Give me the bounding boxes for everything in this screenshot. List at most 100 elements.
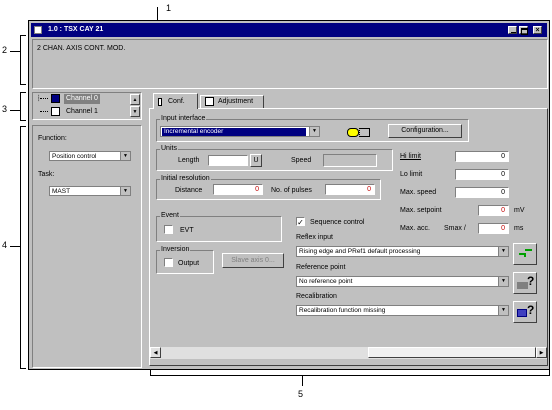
slave-axis-button[interactable]: Slave axis 0... bbox=[222, 253, 284, 268]
recalibration-help-button[interactable]: ? bbox=[513, 301, 537, 323]
tab-conf-label: Conf. bbox=[168, 98, 185, 105]
units-label: Units bbox=[160, 145, 178, 152]
reference-point-select[interactable]: No reference point ▼ bbox=[296, 276, 509, 287]
max-acc-field[interactable]: 0 bbox=[478, 223, 509, 234]
channel-1-item[interactable]: Channel 1 bbox=[64, 107, 100, 117]
event-label: Event bbox=[160, 212, 180, 219]
scroll-thumb[interactable] bbox=[368, 347, 536, 358]
max-setpoint-field[interactable]: 0 bbox=[478, 205, 509, 216]
initial-resolution-label: Initial resolution bbox=[160, 175, 211, 182]
module-description-zone: 2 CHAN. AXIS CONT. MOD. bbox=[32, 39, 548, 89]
pulses-field[interactable]: 0 bbox=[325, 184, 375, 195]
length-unit-label: U bbox=[253, 157, 259, 164]
adjustment-tab-icon bbox=[205, 97, 214, 106]
tab-conf[interactable]: Conf. bbox=[153, 93, 198, 109]
reference-point-value: No reference point bbox=[299, 278, 353, 285]
reflex-input-help-button[interactable] bbox=[513, 243, 537, 265]
sequence-control-label: Sequence control bbox=[310, 219, 365, 226]
hi-limit-field[interactable]: 0 bbox=[455, 151, 509, 162]
chevron-down-icon[interactable]: ▼ bbox=[498, 247, 508, 256]
reflex-input-select[interactable]: Rising edge and PRef1 default processing… bbox=[296, 246, 509, 257]
units-group: Units Length U Speed bbox=[156, 145, 393, 171]
smax-label: Smax / bbox=[444, 225, 466, 232]
reflex-input-value: Rising edge and PRef1 default processing bbox=[299, 248, 421, 255]
distance-label: Distance bbox=[175, 187, 203, 194]
inversion-label: Inversion bbox=[160, 246, 191, 253]
recalibration-help-icon bbox=[517, 309, 527, 317]
input-interface-group: Input interface Incremental encoder ▼ Co… bbox=[156, 115, 469, 142]
task-value: MAST bbox=[52, 188, 71, 195]
rising-edge-icon bbox=[519, 253, 526, 257]
channel-1-label: Channel 1 bbox=[66, 108, 98, 115]
recalibration-label: Recalibration bbox=[296, 293, 337, 300]
scroll-right-button[interactable]: ▶ bbox=[536, 347, 547, 358]
channel-0-item[interactable]: Channel 0 bbox=[64, 94, 100, 104]
module-window: 1.0 : TSX CAY 21 × 2 CHAN. AXIS CONT. MO… bbox=[28, 20, 550, 370]
chevron-down-icon[interactable]: ▼ bbox=[498, 306, 508, 315]
encoder-icon bbox=[347, 126, 371, 137]
tab-adjustment-label: Adjustment bbox=[218, 98, 254, 105]
task-label: Task: bbox=[38, 171, 55, 178]
conf-tab-icon bbox=[158, 98, 162, 106]
input-interface-select[interactable]: Incremental encoder ▼ bbox=[160, 126, 320, 137]
sequence-control-checkbox[interactable]: ✓ bbox=[296, 217, 305, 227]
callout-2: 2 bbox=[2, 45, 8, 55]
chevron-down-icon[interactable]: ▼ bbox=[120, 187, 130, 195]
window-icon bbox=[34, 26, 42, 34]
speed-field bbox=[323, 154, 377, 167]
callout-4: 4 bbox=[2, 240, 8, 250]
max-acc-label: Max. acc. bbox=[400, 225, 430, 232]
inversion-group: Inversion Output bbox=[156, 246, 214, 274]
reference-point-help-button[interactable]: ? bbox=[513, 272, 537, 294]
recalibration-value: Recalibration function missing bbox=[299, 307, 386, 314]
module-description: 2 CHAN. AXIS CONT. MOD. bbox=[37, 45, 126, 52]
function-label: Function: bbox=[38, 135, 67, 142]
input-interface-label: Input interface bbox=[160, 115, 207, 122]
evt-checkbox[interactable] bbox=[164, 225, 173, 234]
general-parameters-zone: Function: Position control ▼ Task: MAST … bbox=[32, 125, 142, 368]
slave-axis-label: Slave axis 0... bbox=[231, 257, 275, 264]
task-select[interactable]: MAST ▼ bbox=[49, 186, 131, 196]
length-field[interactable] bbox=[208, 155, 248, 166]
scroll-left-button[interactable]: ◀ bbox=[150, 347, 161, 358]
length-unit-button[interactable]: U bbox=[250, 154, 262, 167]
configuration-button-label: Configuration... bbox=[401, 127, 449, 134]
channel-scroll-up[interactable]: ▲ bbox=[130, 94, 140, 105]
output-label: Output bbox=[178, 260, 200, 267]
length-label: Length bbox=[178, 157, 200, 164]
recalibration-select[interactable]: Recalibration function missing ▼ bbox=[296, 305, 509, 316]
horizontal-scrollbar[interactable]: ◀ ▶ bbox=[150, 346, 547, 359]
chevron-down-icon[interactable]: ▼ bbox=[309, 127, 319, 136]
title-bar[interactable]: 1.0 : TSX CAY 21 × bbox=[31, 23, 547, 37]
callout-5: 5 bbox=[298, 389, 304, 399]
lo-limit-field[interactable]: 0 bbox=[455, 169, 509, 180]
max-speed-field[interactable]: 0 bbox=[455, 187, 509, 198]
output-checkbox[interactable] bbox=[164, 258, 173, 267]
close-button[interactable]: × bbox=[533, 26, 542, 34]
event-group: Event EVT bbox=[156, 212, 282, 242]
hi-limit-label: Hi limit bbox=[400, 153, 421, 160]
channel-scroll-down[interactable]: ▼ bbox=[130, 106, 140, 117]
callout-1: 1 bbox=[166, 3, 172, 13]
channel-1-icon bbox=[51, 107, 60, 116]
evt-label: EVT bbox=[180, 227, 194, 234]
conf-panel: Input interface Incremental encoder ▼ Co… bbox=[149, 108, 548, 366]
max-setpoint-unit: mV bbox=[514, 207, 525, 214]
max-speed-label: Max. speed bbox=[400, 189, 437, 196]
tab-adjustment[interactable]: Adjustment bbox=[200, 95, 264, 108]
reflex-input-label: Reflex input bbox=[296, 234, 333, 241]
initial-resolution-group: Initial resolution Distance 0 No. of pul… bbox=[156, 175, 381, 200]
configuration-button[interactable]: Configuration... bbox=[388, 124, 462, 138]
function-select[interactable]: Position control ▼ bbox=[49, 151, 131, 161]
chevron-down-icon[interactable]: ▼ bbox=[120, 152, 130, 160]
max-acc-unit: ms bbox=[514, 225, 524, 232]
reference-point-label: Reference point bbox=[296, 264, 346, 271]
distance-field[interactable]: 0 bbox=[213, 184, 263, 195]
maximize-button[interactable] bbox=[519, 26, 528, 35]
window-title: 1.0 : TSX CAY 21 bbox=[48, 26, 104, 33]
minimize-button[interactable] bbox=[508, 26, 517, 34]
max-setpoint-label: Max. setpoint bbox=[400, 207, 442, 214]
input-interface-value: Incremental encoder bbox=[162, 128, 306, 136]
chevron-down-icon[interactable]: ▼ bbox=[498, 277, 508, 286]
channel-0-label: Channel 0 bbox=[66, 95, 98, 102]
